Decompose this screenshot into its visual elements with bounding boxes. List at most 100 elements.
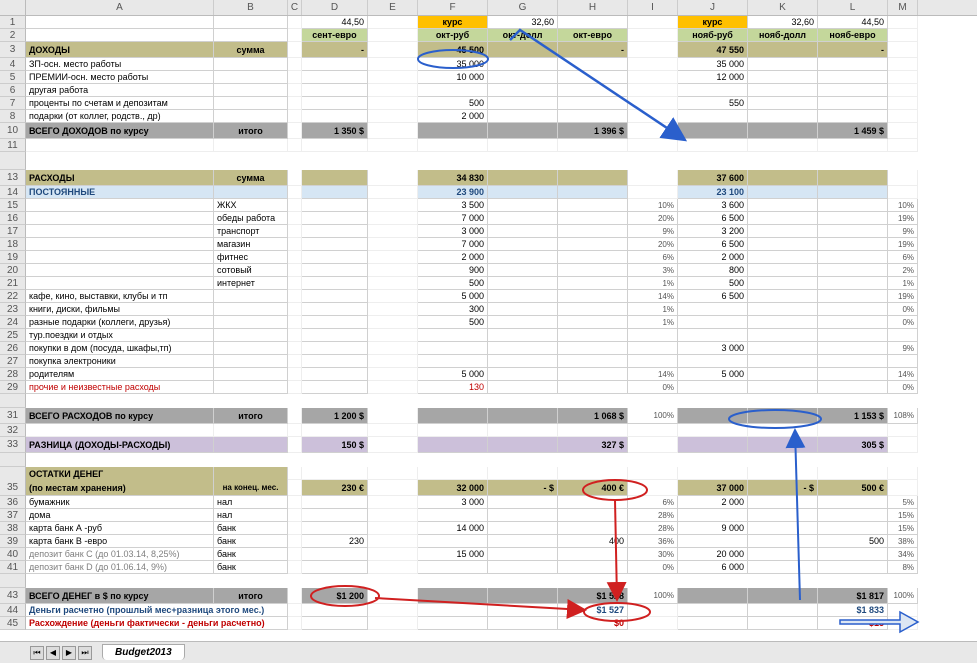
col-header-M[interactable]: M <box>888 0 918 15</box>
cell[interactable] <box>818 71 888 84</box>
cell[interactable] <box>302 329 368 342</box>
cell[interactable]: 9% <box>888 225 918 238</box>
cell[interactable]: 3% <box>628 264 678 277</box>
cell[interactable]: 5% <box>888 496 918 509</box>
cell[interactable] <box>302 212 368 225</box>
cell[interactable]: 1 153 $ <box>818 408 888 424</box>
cell[interactable] <box>488 123 558 139</box>
cell[interactable]: 1% <box>628 316 678 329</box>
cell[interactable] <box>748 437 818 453</box>
cell[interactable] <box>748 110 818 123</box>
cell[interactable] <box>368 355 418 368</box>
cell[interactable]: окт-долл <box>488 29 558 42</box>
row-header-43[interactable]: 43 <box>0 588 26 604</box>
cell[interactable]: 34% <box>888 548 918 561</box>
cell-difference[interactable]: РАЗНИЦА (ДОХОДЫ-РАСХОДЫ) <box>26 437 214 453</box>
cell[interactable]: 28% <box>628 522 678 535</box>
cell[interactable]: ПРЕМИИ-осн. место работы <box>26 71 214 84</box>
cell[interactable] <box>888 355 918 368</box>
cell[interactable] <box>368 437 418 453</box>
cell[interactable]: 37 000 <box>678 480 748 496</box>
row-header-25[interactable]: 25 <box>0 329 26 342</box>
cell[interactable] <box>368 251 418 264</box>
cell[interactable] <box>214 368 288 381</box>
cell[interactable] <box>628 424 678 437</box>
cell[interactable] <box>418 424 488 437</box>
cell[interactable]: - <box>302 42 368 58</box>
cell-income-header[interactable]: ДОХОДЫ <box>26 42 214 58</box>
cell[interactable] <box>748 277 818 290</box>
cell[interactable]: нояб-руб <box>678 29 748 42</box>
cell[interactable] <box>368 29 418 42</box>
cell[interactable] <box>418 617 488 630</box>
cell[interactable] <box>488 368 558 381</box>
cell[interactable] <box>288 342 302 355</box>
cell[interactable] <box>818 290 888 303</box>
cell[interactable] <box>302 71 368 84</box>
cell[interactable] <box>628 355 678 368</box>
cell[interactable] <box>368 424 418 437</box>
cell[interactable] <box>488 617 558 630</box>
cell[interactable] <box>214 71 288 84</box>
cell[interactable] <box>368 522 418 535</box>
cell[interactable] <box>818 342 888 355</box>
cell[interactable] <box>488 277 558 290</box>
cell[interactable] <box>288 29 302 42</box>
cell[interactable] <box>214 424 288 437</box>
cell[interactable] <box>288 329 302 342</box>
cell[interactable]: 7 000 <box>418 238 488 251</box>
cell[interactable] <box>302 604 368 617</box>
col-header-A[interactable]: A <box>26 0 214 15</box>
row-header-18[interactable]: 18 <box>0 238 26 251</box>
cell[interactable] <box>368 467 418 480</box>
cell[interactable] <box>488 496 558 509</box>
cell[interactable]: - <box>558 42 628 58</box>
cell[interactable] <box>288 212 302 225</box>
cell[interactable]: 15 000 <box>418 548 488 561</box>
cell[interactable]: 28% <box>628 509 678 522</box>
cell[interactable]: разные подарки (коллеги, друзья) <box>26 316 214 329</box>
cell[interactable]: (по местам хранения) <box>26 480 214 496</box>
cell[interactable] <box>488 110 558 123</box>
cell[interactable] <box>302 170 368 186</box>
cell[interactable] <box>748 264 818 277</box>
cell[interactable] <box>748 561 818 574</box>
cell[interactable]: 19% <box>888 238 918 251</box>
cell[interactable] <box>818 212 888 225</box>
cell[interactable] <box>678 535 748 548</box>
cell[interactable]: депозит банк С (до 01.03.14, 8,25%) <box>26 548 214 561</box>
cell-kurs-nov[interactable]: курс <box>678 16 748 29</box>
cell[interactable] <box>368 535 418 548</box>
cell[interactable] <box>288 316 302 329</box>
cell[interactable] <box>368 58 418 71</box>
cell[interactable] <box>488 290 558 303</box>
cell[interactable]: 2 000 <box>418 251 488 264</box>
cell[interactable]: тур.поездки и отдых <box>26 329 214 342</box>
cell[interactable] <box>558 110 628 123</box>
cell[interactable] <box>888 84 918 97</box>
cell[interactable]: 20% <box>628 238 678 251</box>
cell[interactable] <box>678 110 748 123</box>
cell[interactable] <box>818 251 888 264</box>
cell[interactable] <box>488 58 558 71</box>
cell[interactable]: 10 000 <box>418 71 488 84</box>
cell[interactable] <box>488 342 558 355</box>
cell[interactable]: 6 500 <box>678 290 748 303</box>
cell[interactable] <box>26 139 214 152</box>
cell[interactable] <box>302 186 368 199</box>
cell[interactable]: 230 € <box>302 480 368 496</box>
cell[interactable] <box>628 480 678 496</box>
cell[interactable] <box>748 368 818 381</box>
cell[interactable] <box>888 123 918 139</box>
cell[interactable] <box>748 424 818 437</box>
cell[interactable] <box>302 548 368 561</box>
cell[interactable]: 20 000 <box>678 548 748 561</box>
cell[interactable]: 2 000 <box>418 110 488 123</box>
cell[interactable] <box>288 84 302 97</box>
cell[interactable]: ЖКХ <box>214 199 288 212</box>
cell[interactable]: транспорт <box>214 225 288 238</box>
cell[interactable]: карта банк А -руб <box>26 522 214 535</box>
cell[interactable]: 305 $ <box>818 437 888 453</box>
row-header-44[interactable]: 44 <box>0 604 26 617</box>
cell[interactable]: покупки в дом (посуда, шкафы,тп) <box>26 342 214 355</box>
